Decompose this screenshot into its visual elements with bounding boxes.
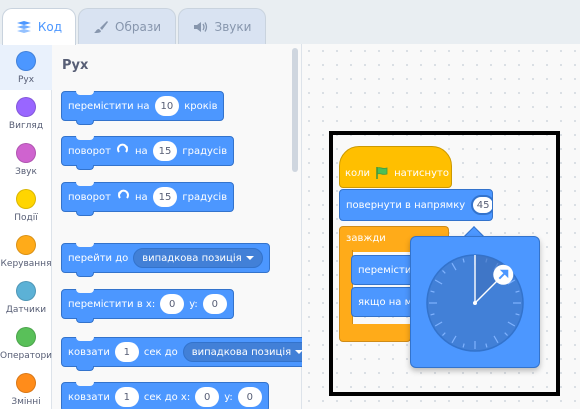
block-glide-to-xy[interactable]: ковзати 1 сек до x: 0 y: 0 xyxy=(61,382,269,409)
block-text: сек до xyxy=(143,346,178,358)
block-text: поворот xyxy=(68,191,111,203)
block-turn-right[interactable]: поворот на 15 градусів xyxy=(61,136,235,170)
motion-category-icon xyxy=(16,51,36,71)
variables-category-icon xyxy=(16,373,36,393)
y-input[interactable]: 0 xyxy=(237,387,262,407)
block-text: на xyxy=(134,145,148,157)
sound-category-icon xyxy=(16,143,36,163)
rotate-right-icon xyxy=(116,143,130,160)
block-text: y: xyxy=(189,298,198,310)
category-events[interactable]: Події xyxy=(0,182,52,228)
block-turn-left[interactable]: поворот на 15 градусів xyxy=(61,182,235,216)
tab-costumes-label: Образи xyxy=(115,19,161,34)
block-text: y: xyxy=(224,391,233,403)
block-text: перемістити на xyxy=(68,100,150,112)
category-label: Звук xyxy=(15,167,37,177)
code-icon xyxy=(16,20,32,34)
category-label: Змінні xyxy=(11,397,41,407)
operators-category-icon xyxy=(16,327,36,347)
category-label: Керування xyxy=(0,259,52,269)
seconds-input[interactable]: 1 xyxy=(114,387,139,407)
block-text: градусів xyxy=(182,191,228,203)
category-variables[interactable]: Змінні xyxy=(0,366,52,409)
block-move-steps[interactable]: перемістити на 10 кроків xyxy=(61,91,225,125)
category-label: Оператори xyxy=(0,351,53,361)
category-label: Датчики xyxy=(5,305,47,315)
category-sound[interactable]: Звук xyxy=(0,136,52,182)
degrees-input[interactable]: 15 xyxy=(152,187,178,207)
block-text: поворот xyxy=(68,145,111,157)
y-input[interactable]: 0 xyxy=(202,294,227,314)
brush-icon xyxy=(93,20,109,34)
block-text: ковзати xyxy=(68,391,110,403)
block-text: ковзати xyxy=(68,346,110,358)
block-text: на xyxy=(134,191,148,203)
dropdown-value: випадкова позиція xyxy=(191,346,292,358)
block-go-to-xy[interactable]: перемістити в x: 0 y: 0 xyxy=(61,289,234,323)
looks-category-icon xyxy=(16,97,36,117)
dropdown-value: випадкова позиція xyxy=(142,252,242,264)
target-dropdown[interactable]: випадкова позиція xyxy=(133,248,263,268)
tab-sounds[interactable]: Звуки xyxy=(178,8,266,44)
chevron-down-icon xyxy=(245,256,254,260)
category-looks[interactable]: Вигляд xyxy=(0,90,52,136)
control-category-icon xyxy=(16,235,36,255)
block-text: перейти до xyxy=(68,252,129,264)
speaker-icon xyxy=(193,20,209,34)
block-text: перемістити в x: xyxy=(68,298,156,310)
category-operators[interactable]: Оператори xyxy=(0,320,52,366)
category-label: Події xyxy=(14,213,38,223)
rotate-left-icon xyxy=(116,189,130,206)
degrees-input[interactable]: 15 xyxy=(152,141,178,161)
x-input[interactable]: 0 xyxy=(160,294,185,314)
block-go-to[interactable]: перейти до випадкова позиція xyxy=(61,243,270,277)
category-control[interactable]: Керування xyxy=(0,228,52,274)
palette-scrollbar[interactable] xyxy=(292,48,298,172)
highlight-frame xyxy=(329,131,560,396)
block-text: сек до x: xyxy=(143,391,191,403)
seconds-input[interactable]: 1 xyxy=(114,342,139,362)
tab-code[interactable]: Код xyxy=(2,8,76,45)
tab-sounds-label: Звуки xyxy=(214,19,252,34)
category-menu: Рух Вигляд Звук Події Керування Датчики … xyxy=(0,44,52,409)
tab-code-label: Код xyxy=(37,20,63,34)
editor-tabs: Код Образи Звуки xyxy=(0,0,580,45)
palette-section-title: Рух xyxy=(62,58,89,73)
category-label: Вигляд xyxy=(8,121,44,131)
events-category-icon xyxy=(16,189,36,209)
category-sensing[interactable]: Датчики xyxy=(0,274,52,320)
tab-costumes[interactable]: Образи xyxy=(78,8,176,44)
target-dropdown[interactable]: випадкова позиція xyxy=(182,342,313,362)
block-text: градусів xyxy=(182,145,228,157)
block-glide-to[interactable]: ковзати 1 сек до випадкова позиція xyxy=(61,337,320,371)
sensing-category-icon xyxy=(16,281,36,301)
block-text: кроків xyxy=(184,100,218,112)
steps-input[interactable]: 10 xyxy=(154,96,180,116)
category-label: Рух xyxy=(17,75,35,85)
category-motion[interactable]: Рух xyxy=(0,44,52,90)
x-input[interactable]: 0 xyxy=(195,387,220,407)
